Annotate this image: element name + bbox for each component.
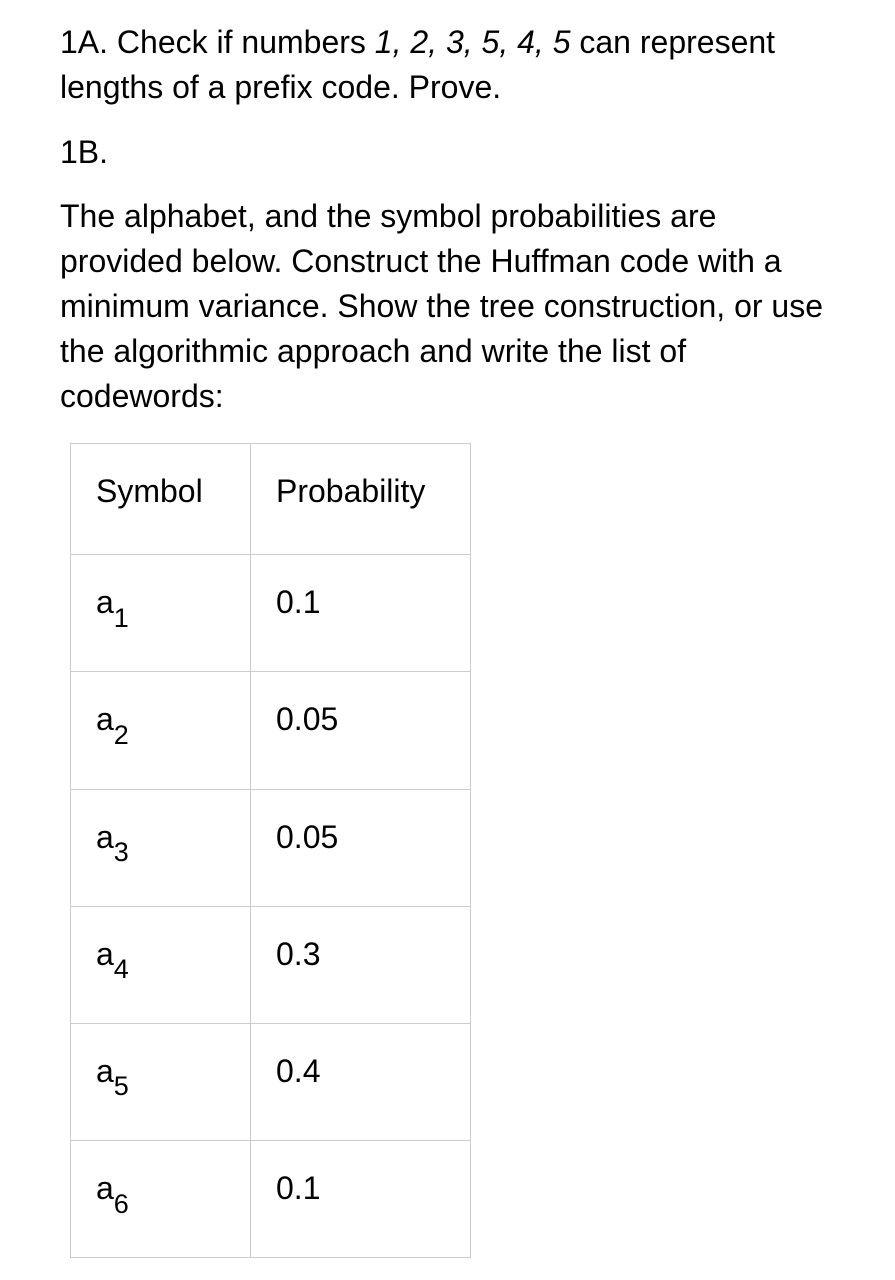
symbol-cell: a4	[71, 906, 251, 1023]
question-1b-text: The alphabet, and the symbol probabiliti…	[60, 194, 845, 418]
probability-cell: 0.4	[251, 1023, 471, 1140]
q1a-numbers: 1, 2, 3, 5, 4, 5	[375, 24, 571, 60]
question-1a: 1A. Check if numbers 1, 2, 3, 5, 4, 5 ca…	[60, 20, 845, 110]
header-symbol: Symbol	[71, 444, 251, 555]
table-row: a1 0.1	[71, 555, 471, 672]
probability-cell: 0.05	[251, 672, 471, 789]
table-row: a2 0.05	[71, 672, 471, 789]
table-header-row: Symbol Probability	[71, 444, 471, 555]
question-1b-label: 1B.	[60, 130, 845, 175]
probability-cell: 0.1	[251, 555, 471, 672]
table-row: a5 0.4	[71, 1023, 471, 1140]
probability-cell: 0.1	[251, 1141, 471, 1258]
symbol-cell: a2	[71, 672, 251, 789]
table-row: a6 0.1	[71, 1141, 471, 1258]
table-row: a3 0.05	[71, 789, 471, 906]
q1a-prefix: 1A. Check if numbers	[60, 24, 375, 60]
symbol-cell: a6	[71, 1141, 251, 1258]
table-row: a4 0.3	[71, 906, 471, 1023]
symbol-cell: a5	[71, 1023, 251, 1140]
symbol-cell: a3	[71, 789, 251, 906]
probability-cell: 0.3	[251, 906, 471, 1023]
header-probability: Probability	[251, 444, 471, 555]
probability-cell: 0.05	[251, 789, 471, 906]
symbol-probability-table: Symbol Probability a1 0.1 a2 0.05 a3 0.0…	[70, 443, 471, 1258]
symbol-cell: a1	[71, 555, 251, 672]
